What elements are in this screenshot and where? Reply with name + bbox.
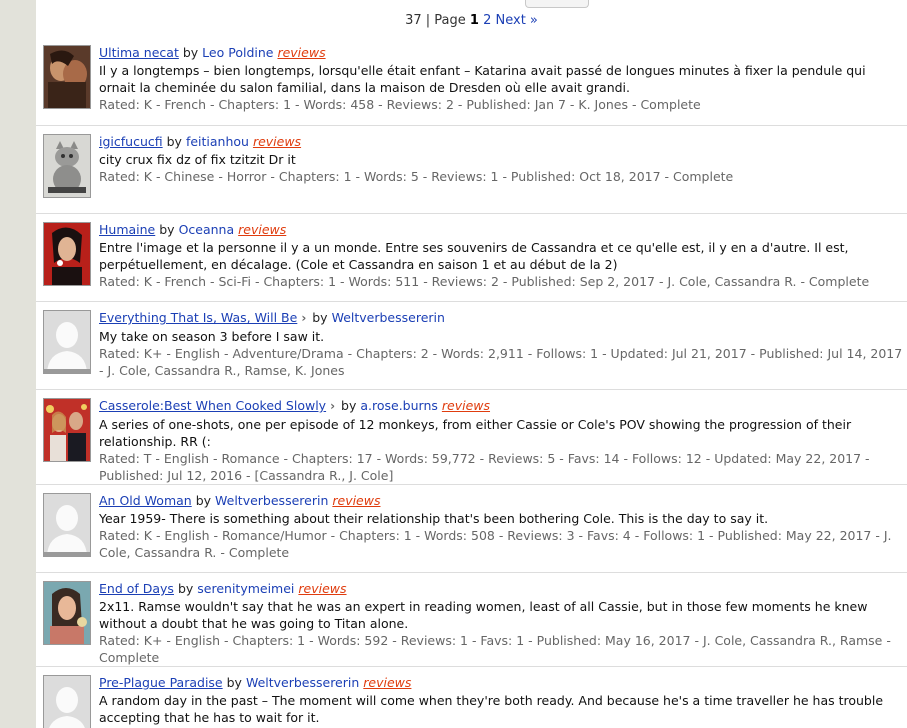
story-title-link[interactable]: Ultima necat: [99, 45, 179, 60]
reviews-link[interactable]: reviews: [363, 675, 411, 690]
author-link[interactable]: Weltverbessererin: [332, 310, 445, 325]
chevron-right-icon[interactable]: ›: [301, 310, 306, 327]
story-row: An Old Woman by Weltverbessererin review…: [36, 484, 907, 572]
by-label: by: [226, 675, 242, 690]
story-summary: Entre l'image et la personne il y a un m…: [99, 240, 849, 272]
pagination: 37 | Page 1 2 Next »: [36, 13, 907, 28]
story-thumbnail[interactable]: [43, 134, 91, 198]
by-label: by: [312, 310, 328, 325]
story-meta: Rated: K - Chinese - Horror - Chapters: …: [99, 169, 734, 184]
page-2-link[interactable]: 2: [483, 13, 491, 28]
story-title-line: Humaine by Oceanna reviews: [99, 221, 903, 238]
top-tab-button[interactable]: [525, 0, 589, 8]
story-list: Ultima necat by Leo Poldine reviews Il y …: [36, 37, 907, 728]
by-label: by: [182, 45, 199, 60]
reviews-link[interactable]: reviews: [442, 398, 490, 413]
story-thumbnail[interactable]: [43, 310, 91, 374]
current-page: 1: [469, 13, 479, 28]
author-link[interactable]: a.rose.burns: [360, 398, 438, 413]
story-title-line: Casserole:Best When Cooked Slowly › by a.…: [99, 397, 903, 415]
story-title-link[interactable]: igicfucucfi: [99, 134, 163, 149]
reviews-link[interactable]: reviews: [298, 581, 346, 596]
reviews-link[interactable]: reviews: [277, 45, 325, 60]
story-meta: Rated: K - French - Chapters: 1 - Words:…: [99, 97, 701, 112]
story-thumbnail[interactable]: [43, 493, 91, 557]
story-title-link[interactable]: Everything That Is, Was, Will Be: [99, 310, 297, 325]
story-row: Casserole:Best When Cooked Slowly › by a.…: [36, 389, 907, 484]
reviews-link[interactable]: reviews: [238, 222, 286, 237]
story-summary: 2x11. Ramse wouldn't say that he was an …: [99, 599, 868, 631]
story-title-line: Everything That Is, Was, Will Be › by Wel…: [99, 309, 903, 327]
story-row: Pre-Plague Paradise by Weltverbessererin…: [36, 666, 907, 728]
story-title-link[interactable]: An Old Woman: [99, 493, 192, 508]
by-label: by: [177, 581, 194, 596]
author-link[interactable]: feitianhou: [186, 134, 249, 149]
story-summary: A random day in the past – The moment wi…: [99, 693, 884, 725]
story-row: Everything That Is, Was, Will Be › by Wel…: [36, 301, 907, 389]
story-meta: Rated: K - English - Romance/Humor - Cha…: [99, 528, 892, 560]
story-thumbnail[interactable]: [43, 398, 91, 462]
story-list-panel: 37 | Page 1 2 Next » Ultima necat by Leo…: [36, 0, 907, 728]
chevron-right-icon[interactable]: ›: [330, 398, 335, 415]
story-title-line: End of Days by serenitymeimei reviews: [99, 580, 903, 597]
reviews-link[interactable]: reviews: [253, 134, 301, 149]
author-link[interactable]: Leo Poldine: [202, 45, 273, 60]
story-summary: My take on season 3 before I saw it.: [99, 329, 325, 344]
story-title-link[interactable]: Humaine: [99, 222, 155, 237]
result-count: 37: [405, 13, 422, 28]
story-summary: Il y a longtemps – bien longtemps, lorsq…: [99, 63, 866, 95]
story-meta: Rated: K - French - Sci-Fi - Chapters: 1…: [99, 274, 870, 289]
page-label: | Page: [421, 13, 470, 28]
by-label: by: [159, 222, 175, 237]
author-link[interactable]: Oceanna: [179, 222, 235, 237]
story-row: Humaine by Oceanna reviews Entre l'image …: [36, 213, 907, 301]
next-page-link[interactable]: Next »: [496, 13, 538, 28]
by-label: by: [195, 493, 212, 508]
story-row: igicfucucfi by feitianhou reviews city cr…: [36, 125, 907, 213]
story-meta: Rated: K+ - English - Chapters: 1 - Word…: [99, 633, 891, 665]
story-title-line: Ultima necat by Leo Poldine reviews: [99, 44, 903, 61]
story-summary: city crux fix dz of fix tzitzit Dr it: [99, 152, 296, 167]
story-thumbnail[interactable]: [43, 581, 91, 645]
story-summary: Year 1959- There is something about thei…: [99, 511, 769, 526]
story-meta: Rated: T - English - Romance - Chapters:…: [99, 451, 870, 483]
story-thumbnail[interactable]: [43, 45, 91, 109]
story-row: Ultima necat by Leo Poldine reviews Il y …: [36, 37, 907, 125]
story-title-line: Pre-Plague Paradise by Weltverbessererin…: [99, 674, 903, 691]
reviews-link[interactable]: reviews: [332, 493, 380, 508]
author-link[interactable]: serenitymeimei: [197, 581, 294, 596]
author-link[interactable]: Weltverbessererin: [246, 675, 359, 690]
story-title-line: igicfucucfi by feitianhou reviews: [99, 133, 903, 150]
story-meta: Rated: K+ - English - Adventure/Drama - …: [99, 346, 903, 378]
story-title-link[interactable]: End of Days: [99, 581, 174, 596]
story-title-link[interactable]: Casserole:Best When Cooked Slowly: [99, 398, 326, 413]
story-title-line: An Old Woman by Weltverbessererin review…: [99, 492, 903, 509]
author-link[interactable]: Weltverbessererin: [215, 493, 328, 508]
story-summary: A series of one-shots, one per episode o…: [99, 417, 852, 449]
story-thumbnail[interactable]: [43, 675, 91, 728]
by-label: by: [166, 134, 182, 149]
story-thumbnail[interactable]: [43, 222, 91, 286]
story-title-link[interactable]: Pre-Plague Paradise: [99, 675, 223, 690]
by-label: by: [341, 398, 357, 413]
story-row: End of Days by serenitymeimei reviews 2x1…: [36, 572, 907, 666]
